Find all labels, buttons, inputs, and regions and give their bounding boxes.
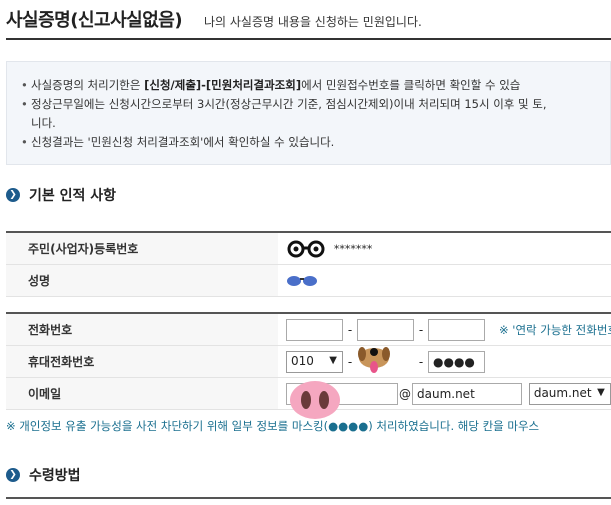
phone-part2-input[interactable] — [357, 318, 414, 341]
mobile-cell: 010 ▼ - - ●●●● — [278, 345, 611, 378]
phone-note: ※ '연락 가능한 전화번호 — [499, 322, 611, 337]
page-subtitle: 나의 사실증명 내용을 신청하는 민원입니다. — [204, 15, 422, 29]
name-value-cell — [278, 264, 611, 297]
basic-info-table: 주민(사업자)등록번호 ******* 성명 — [6, 231, 611, 297]
email-domain-input[interactable]: daum.net — [412, 382, 522, 405]
chevron-right-icon: ❯ — [6, 188, 20, 202]
pig-nose-sticker-icon — [290, 380, 340, 419]
email-label: 이메일 — [6, 377, 278, 410]
dog-sticker-icon — [358, 346, 390, 373]
mobile-last-input[interactable]: ●●●● — [428, 350, 485, 373]
sunglasses-sticker-icon — [287, 275, 317, 286]
rrn-masked-value: ******* — [333, 242, 373, 255]
result-inquiry-link-text: [신청/제출]-[민원처리결과조회] — [144, 78, 302, 92]
notice-item: 신청결과는 '민원신청 처리결과조회'에서 확인하실 수 있습니다. — [21, 133, 610, 152]
notice-item-continued: 니다. — [31, 116, 56, 130]
notice-item: 정상근무일에는 신청시간으로부터 3시간(정상근무시간 기준, 점심시간제외)이… — [21, 95, 610, 114]
section-receive-title: ❯ 수령방법 — [6, 465, 81, 485]
phone-part3-input[interactable] — [428, 318, 485, 341]
chevron-right-icon: ❯ — [6, 468, 20, 482]
chevron-down-icon: ▼ — [329, 354, 337, 366]
email-id-input[interactable] — [286, 380, 398, 419]
rrn-label: 주민(사업자)등록번호 — [6, 232, 278, 265]
notice-box: 사실증명의 처리기한은 [신청/제출]-[민원처리결과조회]에서 민원접수번호를… — [6, 61, 611, 165]
name-label: 성명 — [6, 264, 278, 297]
privacy-note: ※ 개인정보 유출 가능성을 사전 차단하기 위해 일부 정보를 마스킹(●●●… — [6, 419, 540, 433]
mobile-middle-input[interactable] — [357, 346, 414, 373]
glasses-sticker-icon — [287, 240, 325, 257]
email-cell: @ daum.net daum.net ▼ — [278, 377, 611, 419]
mobile-label: 휴대전화번호 — [6, 345, 278, 378]
section-basic-title: ❯ 기본 인적 사항 — [6, 185, 116, 205]
page-header: 사실증명(신고사실없음) 나의 사실증명 내용을 신청하는 민원입니다. — [6, 4, 611, 40]
page-title: 사실증명(신고사실없음) — [6, 10, 183, 31]
phone-part1-input[interactable] — [286, 318, 343, 341]
chevron-down-icon: ▼ — [597, 386, 605, 398]
receive-table-top-border — [6, 497, 611, 499]
email-domain-select[interactable]: daum.net ▼ — [528, 382, 611, 405]
mobile-prefix-select[interactable]: 010 ▼ — [286, 350, 343, 373]
contact-table: 전화번호 - - ※ '연락 가능한 전화번호 휴대전화번호 010 ▼ - - ●●●● … — [6, 312, 611, 419]
rrn-value-cell: ******* — [278, 232, 611, 265]
phone-cell: - - ※ '연락 가능한 전화번호 — [278, 313, 611, 346]
phone-label: 전화번호 — [6, 313, 278, 346]
notice-item: 사실증명의 처리기한은 [신청/제출]-[민원처리결과조회]에서 민원접수번호를… — [21, 76, 610, 95]
